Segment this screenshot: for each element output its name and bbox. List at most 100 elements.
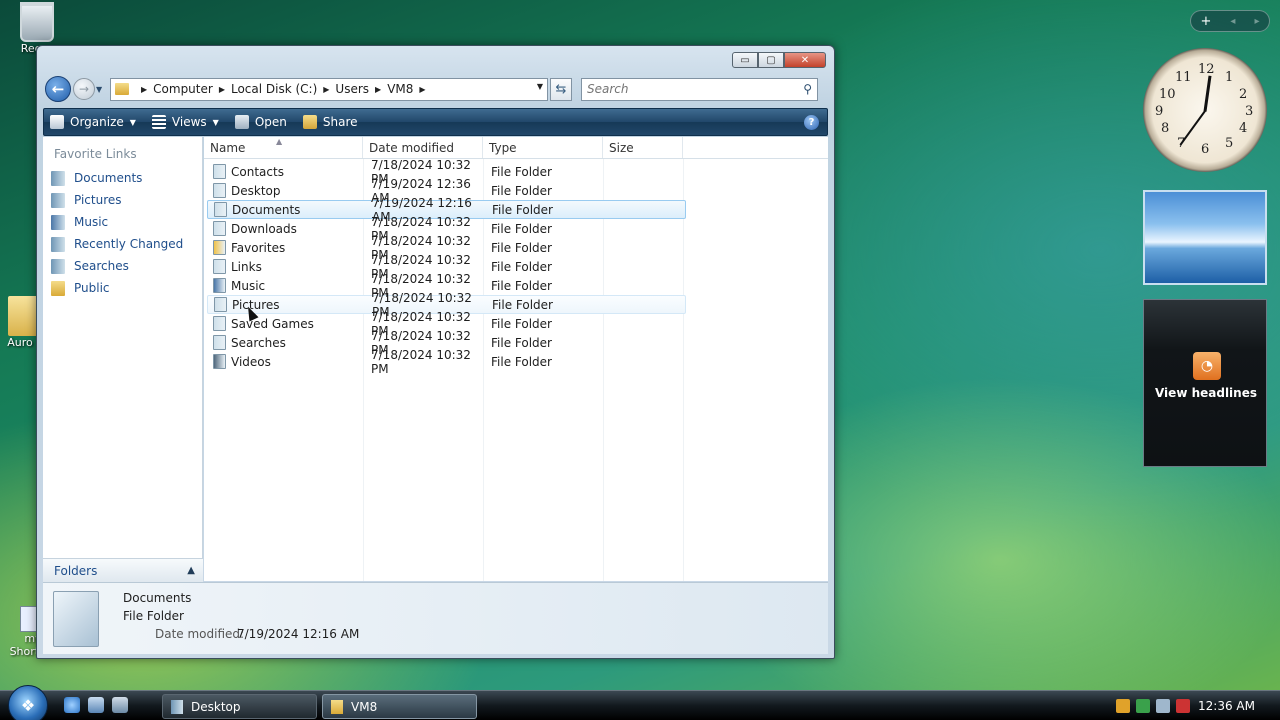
music-icon (51, 214, 65, 230)
file-row-videos[interactable]: Videos 7/18/2024 10:32 PM File Folder (207, 348, 686, 376)
feed-headlines-gadget[interactable]: ◔ View headlines (1143, 299, 1267, 467)
add-gadget-button[interactable]: + (1201, 14, 1212, 29)
help-icon[interactable]: ? (804, 115, 819, 130)
volume-muted-icon[interactable] (1176, 699, 1190, 713)
feed-label[interactable]: View headlines (1144, 386, 1268, 400)
internet-explorer-icon[interactable] (64, 697, 80, 713)
maximize-button[interactable]: ▢ (758, 52, 784, 68)
nav-link-documents[interactable]: Documents (43, 167, 202, 189)
documents-icon (51, 170, 65, 186)
share-icon (302, 115, 317, 129)
clock-number: 9 (1155, 104, 1164, 119)
taskbar-button-label: Desktop (191, 699, 241, 714)
folder-icon (171, 699, 183, 714)
column-header-name[interactable]: ▲ Name (204, 137, 363, 158)
chevron-down-icon: ▼ (129, 117, 136, 127)
aurora-desktop-icon[interactable]: Auro (0, 296, 40, 349)
folder-icon (213, 221, 226, 236)
start-button[interactable]: ❖ (8, 685, 48, 720)
forward-button[interactable]: → (73, 78, 95, 100)
nav-link-label: Public (74, 281, 110, 295)
clock-number: 4 (1239, 121, 1248, 136)
close-button[interactable]: ✕ (784, 52, 826, 68)
taskbar-button-vm8[interactable]: VM8 (322, 694, 477, 719)
recent-pages-dropdown[interactable]: ▼ (96, 85, 106, 94)
pictures-icon (51, 192, 65, 208)
share-button[interactable]: Share (302, 115, 358, 129)
folder-icon (213, 164, 226, 179)
views-button[interactable]: Views ▼ (151, 115, 219, 129)
clock-minute-hand (1179, 110, 1206, 146)
open-icon (234, 115, 249, 129)
file-type: File Folder (491, 259, 552, 274)
aurora-label: Auro (7, 336, 33, 349)
search-icon[interactable]: ⚲ (803, 82, 812, 96)
refresh-button[interactable]: ⇆ (550, 77, 572, 101)
slideshow-gadget[interactable] (1143, 190, 1267, 285)
open-label: Open (254, 115, 287, 129)
show-desktop-icon[interactable] (88, 697, 104, 713)
file-name: Searches (231, 335, 286, 350)
organize-button[interactable]: Organize ▼ (50, 115, 136, 129)
chevron-down-icon: ▼ (96, 84, 103, 94)
breadcrumb-local-disk[interactable]: Local Disk (C:) (231, 82, 317, 96)
clock-number: 11 (1175, 70, 1192, 85)
address-bar[interactable]: ▶ Computer ▶ Local Disk (C:) ▶ Users ▶ V… (110, 77, 548, 101)
column-header-size[interactable]: Size (603, 137, 683, 158)
nav-link-searches[interactable]: Searches (43, 255, 202, 277)
organize-label: Organize (70, 115, 124, 129)
minimize-button[interactable]: ▭ (732, 52, 758, 68)
windows-logo-icon: ❖ (20, 695, 36, 715)
nav-link-pictures[interactable]: Pictures (43, 189, 202, 211)
previous-gadget-button[interactable]: ◂ (1230, 16, 1235, 27)
clock-gadget[interactable]: 12 1 2 3 4 5 6 7 8 9 10 11 (1143, 48, 1267, 172)
rss-icon: ◔ (1193, 352, 1221, 380)
file-type: File Folder (491, 240, 552, 255)
folder-icon (214, 297, 227, 312)
file-list: Contacts 7/18/2024 10:32 PM File Folder … (204, 158, 828, 376)
nav-link-recently-changed[interactable]: Recently Changed (43, 233, 202, 255)
file-type: File Folder (491, 335, 552, 350)
folder-icon (213, 335, 226, 350)
chevron-right-icon[interactable]: ▶ (219, 85, 225, 94)
chevron-right-icon[interactable]: ▶ (141, 85, 147, 94)
address-history-dropdown-icon[interactable]: ▼ (537, 82, 543, 91)
chevron-right-icon[interactable]: ▶ (419, 85, 425, 94)
clock-number: 6 (1201, 142, 1210, 157)
chevron-up-icon: ▲ (187, 565, 195, 576)
clock-number: 1 (1225, 70, 1234, 85)
taskbar-button-desktop[interactable]: Desktop (162, 694, 317, 719)
folder-icon (8, 296, 38, 336)
video-folder-icon (213, 354, 226, 369)
recently-changed-icon (51, 236, 65, 252)
breadcrumb-vm8[interactable]: VM8 (387, 82, 413, 96)
file-date: 7/18/2024 10:32 PM (371, 347, 471, 376)
nav-link-music[interactable]: Music (43, 211, 202, 233)
file-name: Desktop (231, 183, 281, 198)
organize-icon (50, 115, 64, 129)
next-gadget-button[interactable]: ▸ (1254, 16, 1259, 27)
nav-link-public[interactable]: Public (43, 277, 202, 299)
chevron-right-icon[interactable]: ▶ (323, 85, 329, 94)
security-shield-icon[interactable] (1116, 699, 1130, 713)
folders-toggle[interactable]: Folders ▲ (43, 558, 203, 582)
column-header-type[interactable]: Type (483, 137, 603, 158)
network-status-icon[interactable] (1136, 699, 1150, 713)
open-button[interactable]: Open (234, 115, 287, 129)
views-label: Views (171, 115, 207, 129)
search-box[interactable]: ⚲ (581, 77, 818, 101)
command-toolbar: Organize ▼ Views ▼ Open Share ? (43, 108, 828, 136)
network-icon[interactable] (1156, 699, 1170, 713)
breadcrumb-users[interactable]: Users (335, 82, 369, 96)
back-button[interactable]: ← (45, 76, 71, 102)
search-input[interactable] (587, 82, 787, 96)
breadcrumb-computer[interactable]: Computer (153, 82, 213, 96)
switch-windows-icon[interactable] (112, 697, 128, 713)
clock-time[interactable]: 12:36 AM (1198, 699, 1255, 713)
documents-folder-icon (53, 591, 99, 647)
file-name: Videos (231, 354, 271, 369)
clock-number: 2 (1239, 87, 1248, 102)
file-type: File Folder (491, 164, 552, 179)
column-header-date-modified[interactable]: Date modified (363, 137, 483, 158)
chevron-right-icon[interactable]: ▶ (375, 85, 381, 94)
